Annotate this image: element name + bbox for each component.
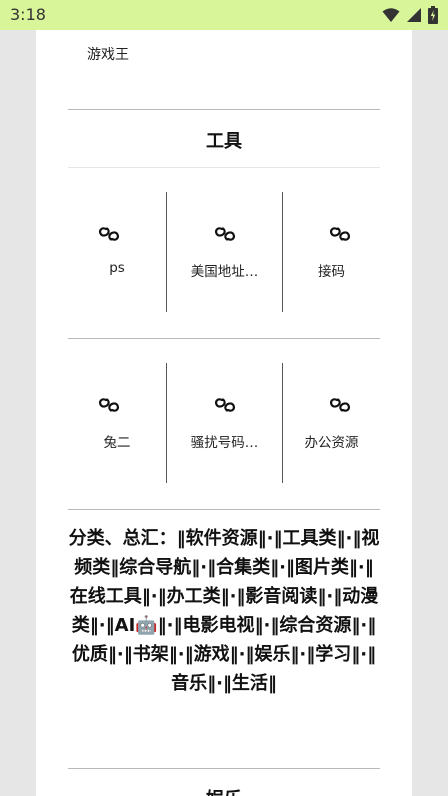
tool-item-label: ps [109, 260, 125, 276]
title-divider [68, 167, 380, 168]
tool-item-spam-number[interactable]: 骚扰号码… [167, 363, 282, 483]
link-icon [215, 227, 235, 241]
tool-item-ps[interactable]: ps [68, 192, 166, 312]
status-bar: 3:18 [0, 0, 448, 30]
category-summary-text: 分类、总汇：‖软件资源‖·‖工具类‖·‖视频类‖综合导航‖·‖合集类‖·‖图片类… [68, 528, 380, 694]
signal-icon [407, 8, 421, 22]
link-icon [215, 398, 235, 412]
tool-item-office-resources[interactable]: 办公资源 [283, 363, 380, 483]
tool-item-label: 美国地址… [190, 264, 259, 280]
status-time: 3:18 [10, 5, 46, 24]
link-icon [99, 227, 119, 241]
tool-item-label: 接码 [318, 264, 345, 280]
link-icon [99, 398, 119, 412]
link-icon [330, 398, 350, 412]
link-item-youxiwang[interactable]: 游戏王 [87, 44, 129, 64]
section-title-entertainment: 娱乐 [68, 785, 380, 796]
tool-item-us-address[interactable]: 美国地址… [167, 192, 282, 312]
section-divider [68, 768, 380, 769]
wifi-icon [382, 8, 400, 22]
row-divider [68, 338, 380, 339]
section-divider [68, 509, 380, 510]
section-divider [68, 109, 380, 110]
tools-grid-row: ps 美国地址… 接码 [68, 192, 380, 312]
tool-item-label: 办公资源 [304, 435, 359, 451]
tool-item-tuer[interactable]: 兔二 [68, 363, 166, 483]
tool-item-sms-code[interactable]: 接码 [283, 192, 380, 312]
link-icon [330, 227, 350, 241]
tool-item-label: 兔二 [103, 435, 131, 451]
tool-item-label: 骚扰号码… [190, 435, 259, 451]
tools-grid-row: 兔二 骚扰号码… 办公资源 [68, 363, 380, 483]
status-icons [382, 6, 438, 24]
battery-charging-icon [428, 6, 438, 24]
section-title-tools: 工具 [206, 131, 242, 152]
